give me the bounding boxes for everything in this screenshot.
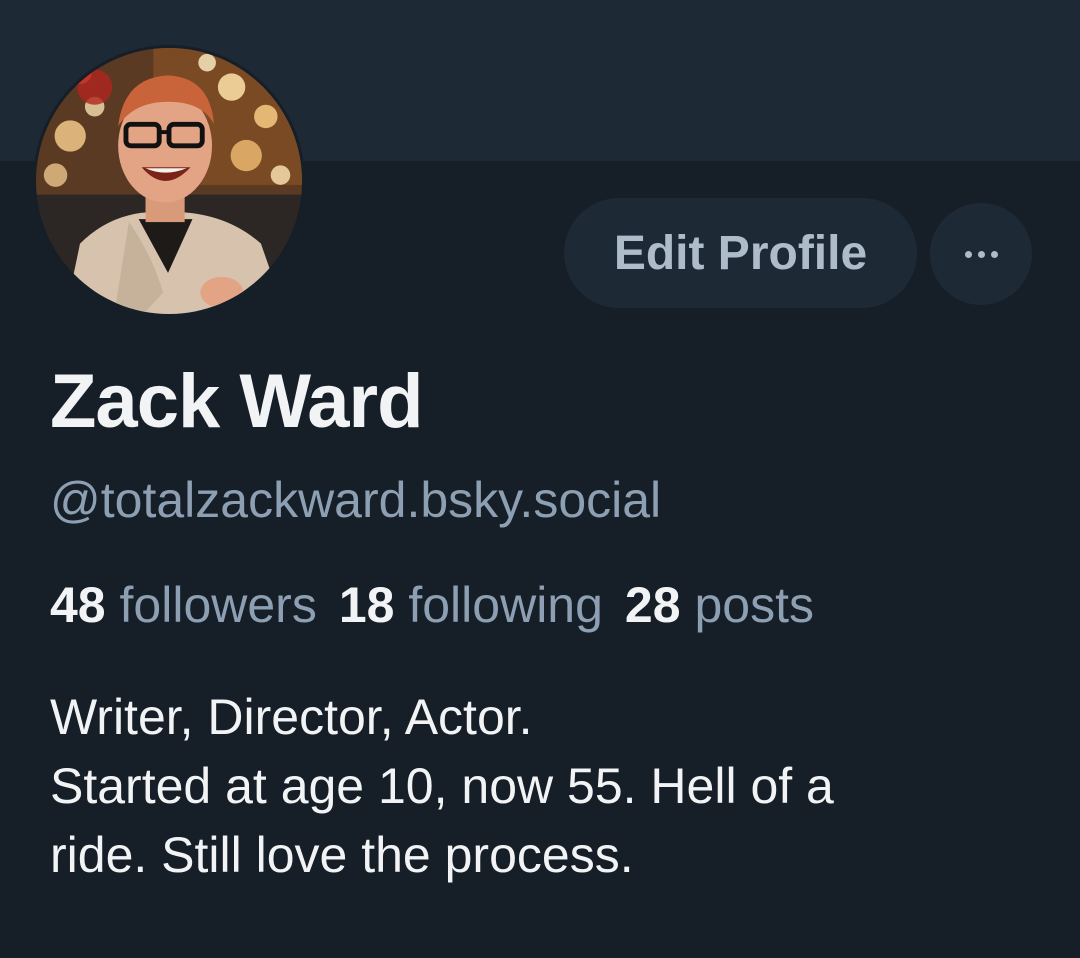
ellipsis-icon <box>962 250 1001 258</box>
following-label: following <box>408 577 603 633</box>
more-options-button[interactable] <box>930 203 1032 305</box>
avatar[interactable] <box>33 45 305 317</box>
followers-label: followers <box>119 577 317 633</box>
bio-line: ride. Still love the process. <box>50 827 634 883</box>
edit-profile-button[interactable]: Edit Profile <box>564 198 917 308</box>
display-name: Zack Ward <box>50 359 424 444</box>
posts-label: posts <box>694 577 814 633</box>
followers-count: 48 <box>50 577 106 633</box>
posts-count: 28 <box>624 577 681 633</box>
followers-link[interactable]: 48 followers <box>50 575 317 635</box>
following-count: 18 <box>338 577 395 633</box>
bio-line: Writer, Director, Actor. <box>50 689 533 745</box>
profile-bio: Writer, Director, Actor. Started at age … <box>50 683 1060 890</box>
profile-stats: 48 followers 18 following 28 posts <box>50 575 836 635</box>
following-link[interactable]: 18 following <box>339 575 603 635</box>
bio-line: Started at age 10, now 55. Hell of a <box>50 758 834 814</box>
profile-page: Edit Profile Zack Ward @totalzackward.bs… <box>0 0 1080 958</box>
posts-count-item: 28 posts <box>625 575 814 635</box>
profile-handle: @totalzackward.bsky.social <box>50 472 662 528</box>
avatar-photo <box>36 48 302 314</box>
